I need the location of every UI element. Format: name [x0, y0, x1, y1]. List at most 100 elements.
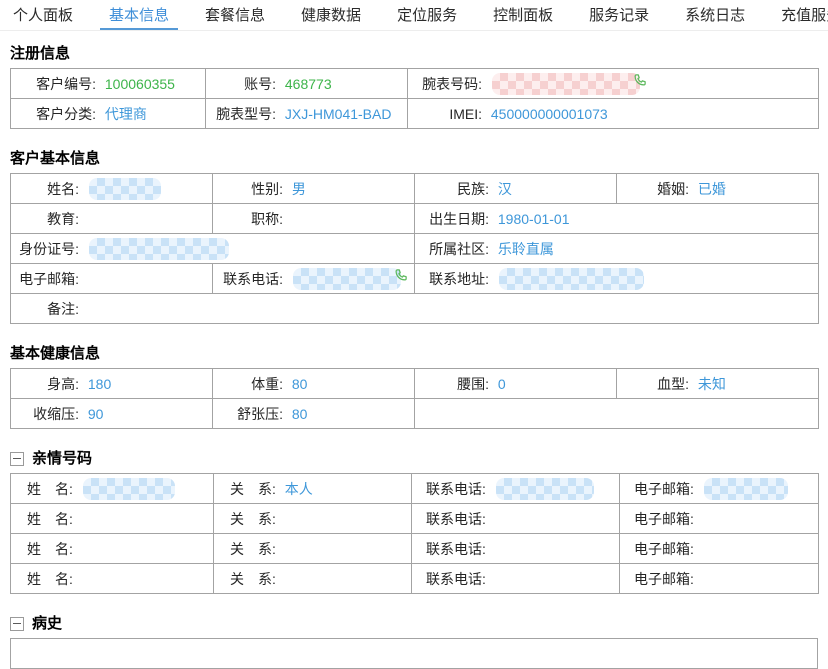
customer-no-label: 客户编号:	[11, 74, 96, 94]
contact-phone-redacted-value	[293, 268, 401, 290]
family-row: 姓 名: 关 系: 联系电话: 电子邮箱:	[11, 504, 819, 534]
section-header-health-info: 基本健康信息	[10, 345, 818, 362]
id-card-label: 身份证号:	[11, 239, 79, 259]
tab-package-info[interactable]: 套餐信息	[196, 0, 274, 30]
family-row: 姓 名: 关 系: 联系电话: 电子邮箱:	[11, 534, 819, 564]
table-row: 电子邮箱: 联系电话: 联系地址:	[11, 264, 819, 294]
family-name-label: 姓 名:	[11, 539, 73, 559]
gender-value: 男	[292, 181, 306, 197]
family-phone-label: 联系电话:	[412, 569, 486, 589]
section-title-registration: 注册信息	[10, 45, 70, 62]
registration-table: 客户编号: 100060355 账号: 468773 腕表号码: 客户分类: 代…	[10, 68, 819, 129]
table-row: 收缩压: 90 舒张压: 80	[11, 399, 819, 429]
watch-model-label: 腕表型号:	[206, 104, 276, 124]
imei-value: 450000000001073	[491, 106, 608, 122]
section-title-medical-history: 病史	[32, 615, 62, 632]
table-row: 身份证号: 所属社区: 乐聆直属	[11, 234, 819, 264]
empty-cell	[415, 399, 819, 429]
ethnicity-label: 民族:	[415, 179, 489, 199]
id-card-redacted-value	[89, 238, 229, 260]
email-label: 电子邮箱:	[11, 269, 79, 289]
tab-basic-info[interactable]: 基本信息	[100, 0, 178, 30]
family-row: 姓 名: 关 系: 本人 联系电话: 电子邮箱:	[11, 474, 819, 504]
community-label: 所属社区:	[415, 239, 489, 259]
phone-icon[interactable]	[393, 268, 408, 283]
section-header-medical-history: 病史	[10, 615, 818, 632]
weight-value: 80	[292, 376, 308, 392]
family-row: 姓 名: 关 系: 联系电话: 电子邮箱:	[11, 564, 819, 594]
family-phone-label: 联系电话:	[412, 539, 486, 559]
family-email-label: 电子邮箱:	[620, 509, 694, 529]
job-title-label: 职称:	[213, 209, 283, 229]
tab-system-log[interactable]: 系统日志	[676, 0, 754, 30]
family-name-label: 姓 名:	[11, 509, 73, 529]
family-name-redacted-value	[83, 478, 175, 500]
watch-no-label: 腕表号码:	[408, 74, 482, 94]
imei-label: IMEI:	[408, 106, 482, 122]
birth-date-label: 出生日期:	[415, 209, 489, 229]
ethnicity-value: 汉	[498, 181, 512, 197]
section-header-family-numbers: 亲情号码	[10, 450, 818, 467]
family-phone-label: 联系电话:	[412, 479, 486, 499]
family-relation-label: 关 系:	[214, 509, 276, 529]
customer-no-value: 100060355	[105, 76, 175, 92]
family-email-label: 电子邮箱:	[620, 569, 694, 589]
phone-icon[interactable]	[632, 73, 647, 88]
name-redacted-value	[89, 178, 161, 200]
section-header-registration: 注册信息	[10, 45, 818, 62]
section-title-family-numbers: 亲情号码	[32, 450, 92, 467]
customer-type-value: 代理商	[105, 106, 147, 122]
family-email-redacted-value	[704, 478, 788, 500]
blood-type-label: 血型:	[617, 374, 689, 394]
collapse-toggle-icon[interactable]	[10, 617, 24, 631]
waist-label: 腰围:	[415, 374, 489, 394]
family-phone-label: 联系电话:	[412, 509, 486, 529]
family-email-label: 电子邮箱:	[620, 539, 694, 559]
watch-no-redacted-value	[492, 73, 640, 95]
birth-date-value: 1980-01-01	[498, 211, 570, 227]
watch-model-value: JXJ-HM041-BAD	[285, 106, 392, 122]
family-numbers-table: 姓 名: 关 系: 本人 联系电话: 电子邮箱: 姓 名: 关 系: 联系电话:…	[10, 473, 819, 594]
education-label: 教育:	[11, 209, 79, 229]
empty-cell	[11, 639, 818, 669]
waist-value: 0	[498, 376, 506, 392]
remark-label: 备注:	[11, 299, 79, 319]
tab-bar: 个人面板 基本信息 套餐信息 健康数据 定位服务 控制面板 服务记录 系统日志 …	[0, 0, 828, 31]
medical-history-table	[10, 638, 818, 669]
family-email-label: 电子邮箱:	[620, 479, 694, 499]
table-row: 客户编号: 100060355 账号: 468773 腕表号码:	[11, 69, 819, 99]
marriage-value: 已婚	[698, 181, 726, 197]
collapse-toggle-icon[interactable]	[10, 452, 24, 466]
tab-recharge-service[interactable]: 充值服务	[772, 0, 828, 30]
account-value: 468773	[285, 76, 332, 92]
family-relation-value: 本人	[285, 481, 313, 497]
blood-type-value: 未知	[698, 376, 726, 392]
family-relation-label: 关 系:	[214, 539, 276, 559]
main-content: 注册信息 客户编号: 100060355 账号: 468773 腕表号码: 客户…	[0, 45, 828, 669]
tab-personal-panel[interactable]: 个人面板	[4, 0, 82, 30]
table-row: 姓名: 性别: 男 民族: 汉 婚姻: 已婚	[11, 174, 819, 204]
table-row: 客户分类: 代理商 腕表型号: JXJ-HM041-BAD IMEI: 4500…	[11, 99, 819, 129]
diastolic-value: 80	[292, 406, 308, 422]
gender-label: 性别:	[213, 179, 283, 199]
table-row: 教育: 职称: 出生日期: 1980-01-01	[11, 204, 819, 234]
systolic-value: 90	[88, 406, 104, 422]
family-relation-label: 关 系:	[214, 479, 276, 499]
tab-control-panel[interactable]: 控制面板	[484, 0, 562, 30]
table-row: 备注:	[11, 294, 819, 324]
diastolic-label: 舒张压:	[213, 404, 283, 424]
tab-health-data[interactable]: 健康数据	[292, 0, 370, 30]
tab-location-service[interactable]: 定位服务	[388, 0, 466, 30]
height-value: 180	[88, 376, 111, 392]
section-title-health-info: 基本健康信息	[10, 345, 100, 362]
table-row: 身高: 180 体重: 80 腰围: 0 血型: 未知	[11, 369, 819, 399]
address-label: 联系地址:	[415, 269, 489, 289]
weight-label: 体重:	[213, 374, 283, 394]
height-label: 身高:	[11, 374, 79, 394]
tab-service-records[interactable]: 服务记录	[580, 0, 658, 30]
section-header-basic-info: 客户基本信息	[10, 150, 818, 167]
health-info-table: 身高: 180 体重: 80 腰围: 0 血型: 未知 收缩压: 90 舒张压:	[10, 368, 819, 429]
account-label: 账号:	[206, 74, 276, 94]
family-relation-label: 关 系:	[214, 569, 276, 589]
name-label: 姓名:	[11, 179, 79, 199]
